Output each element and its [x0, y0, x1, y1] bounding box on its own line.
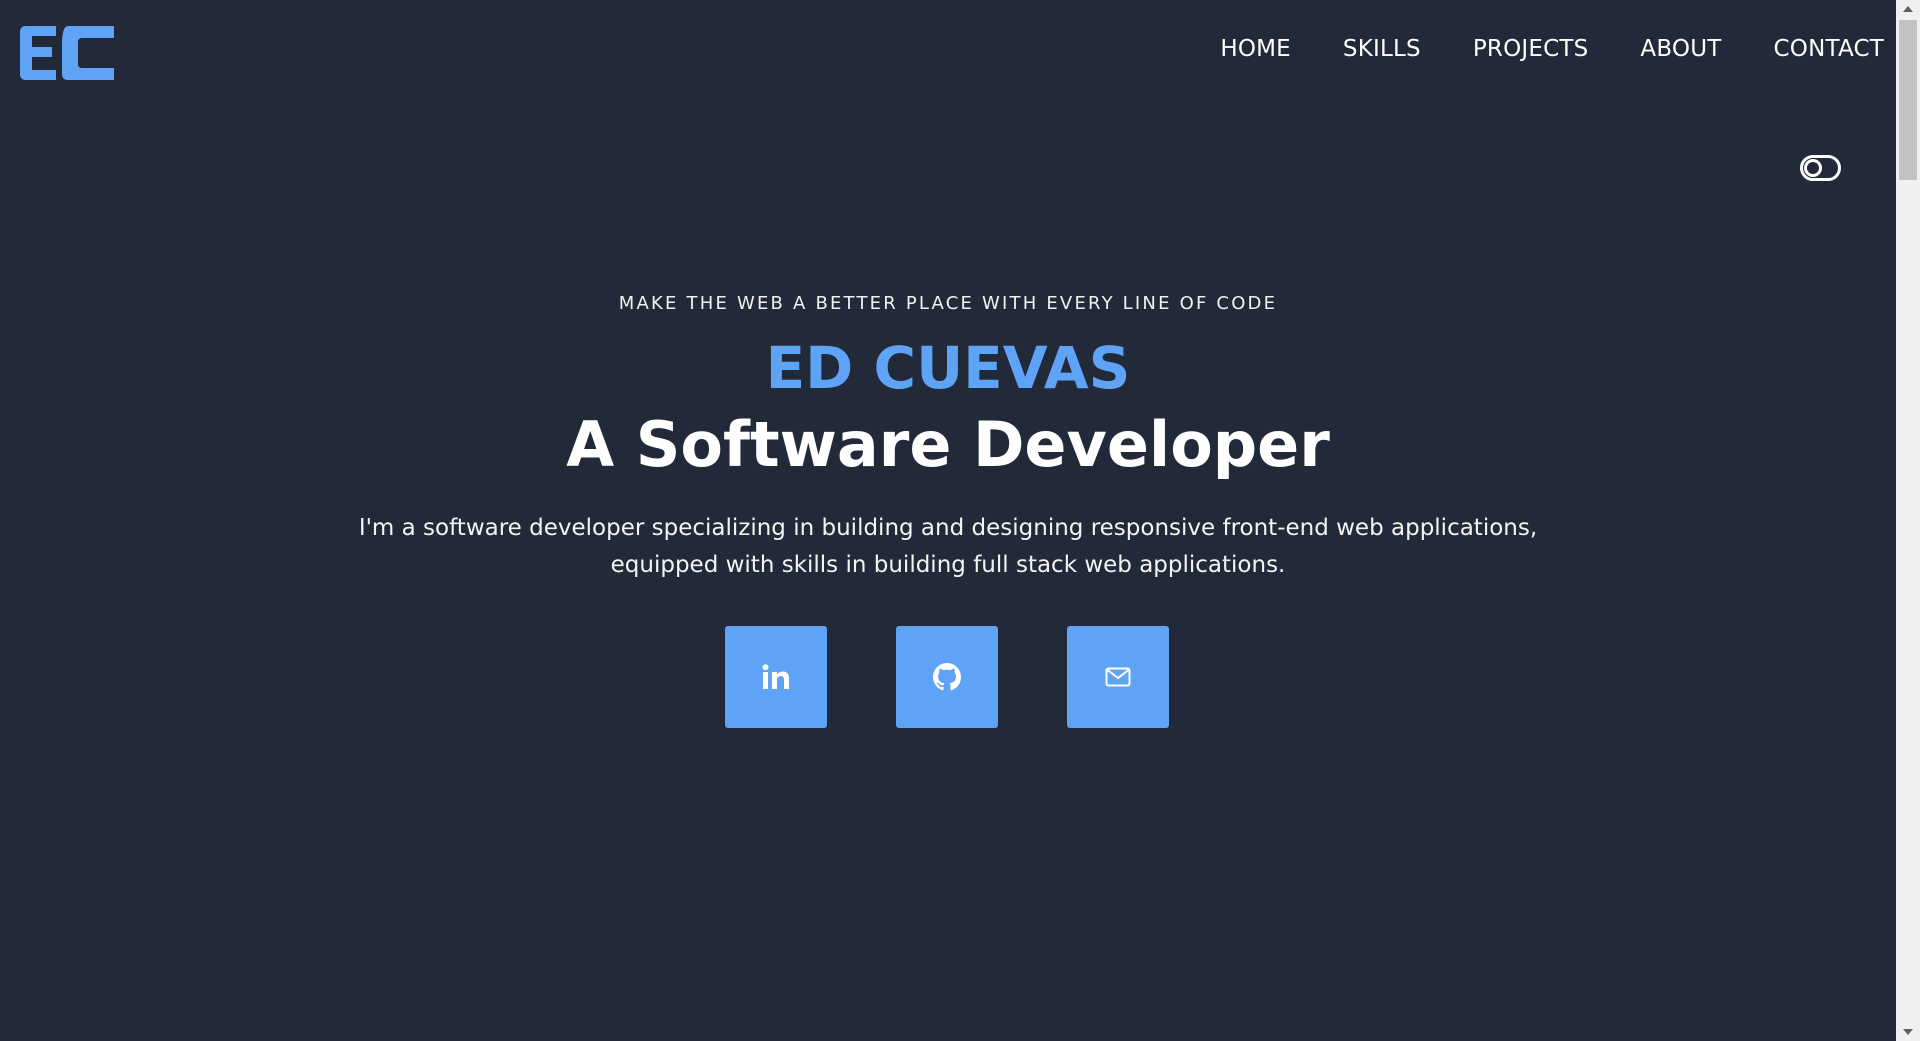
- nav-about[interactable]: ABOUT: [1640, 36, 1721, 62]
- email-button[interactable]: [1067, 626, 1169, 728]
- nav-projects[interactable]: PROJECTS: [1473, 36, 1589, 62]
- linkedin-button[interactable]: [725, 626, 827, 728]
- nav-skills[interactable]: SKILLS: [1343, 36, 1421, 62]
- theme-toggle[interactable]: [1800, 155, 1841, 181]
- linkedin-icon: [762, 664, 789, 689]
- page: HOME SKILLS PROJECTS ABOUT CONTACT MAKE …: [0, 0, 1920, 1041]
- hero-tagline: MAKE THE WEB A BETTER PLACE WITH EVERY L…: [618, 293, 1278, 314]
- social-links: [725, 626, 1169, 728]
- scroll-down-icon[interactable]: [1903, 1029, 1913, 1035]
- hero-description: I'm a software developer specializing in…: [358, 515, 1538, 578]
- page-scrollbar[interactable]: [1896, 0, 1920, 1041]
- hero-role: A Software Developer: [566, 408, 1330, 481]
- github-icon: [933, 663, 961, 691]
- github-button[interactable]: [896, 626, 998, 728]
- mail-icon: [1105, 667, 1131, 687]
- main-nav: HOME SKILLS PROJECTS ABOUT CONTACT: [1220, 36, 1884, 62]
- scrollbar-thumb[interactable]: [1899, 20, 1917, 180]
- scroll-up-icon[interactable]: [1903, 6, 1913, 12]
- hero-name: ED CUEVAS: [765, 334, 1131, 402]
- ec-logo-icon[interactable]: [20, 26, 114, 80]
- nav-home[interactable]: HOME: [1220, 36, 1291, 62]
- nav-contact[interactable]: CONTACT: [1774, 36, 1884, 62]
- toggle-knob-icon: [1804, 159, 1822, 177]
